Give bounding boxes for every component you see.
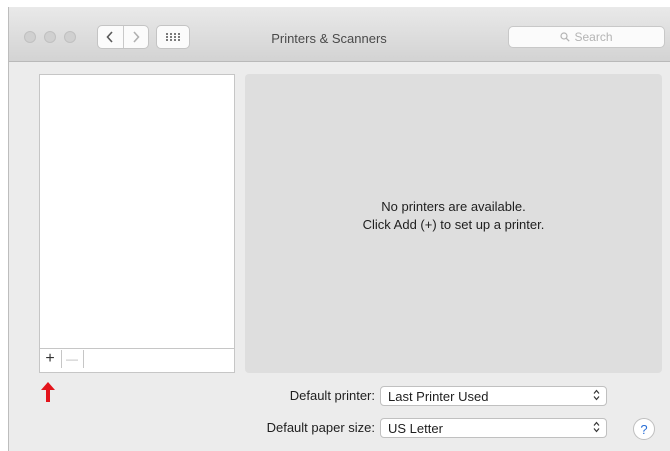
default-printer-popup[interactable]: Last Printer Used	[380, 386, 607, 406]
preferences-window: Printers & Scanners Search + — No printe…	[8, 7, 670, 451]
chevron-updown-icon	[593, 421, 600, 436]
empty-state-line-1: No printers are available.	[381, 199, 526, 214]
printer-detail-pane: No printers are available. Click Add (+)…	[245, 74, 662, 373]
help-label: ?	[640, 421, 648, 437]
window-title: Printers & Scanners	[271, 31, 387, 46]
paper-size-value: US Letter	[388, 420, 443, 436]
add-printer-button[interactable]: +	[40, 350, 60, 368]
empty-state-line-2: Click Add (+) to set up a printer.	[362, 217, 545, 232]
paper-size-popup[interactable]: US Letter	[380, 418, 607, 438]
show-all-button[interactable]	[156, 25, 190, 49]
search-field[interactable]: Search	[508, 26, 665, 48]
chevron-right-icon	[133, 31, 140, 43]
default-printer-label: Default printer:	[289, 388, 375, 403]
search-placeholder: Search	[574, 30, 613, 44]
remove-printer-label: —	[66, 352, 78, 366]
forward-button[interactable]	[122, 26, 149, 48]
paper-size-label: Default paper size:	[266, 420, 375, 435]
zoom-window-button[interactable]	[64, 31, 76, 43]
grid-icon	[166, 33, 180, 41]
search-icon	[560, 32, 571, 42]
remove-printer-button[interactable]: —	[62, 350, 82, 368]
red-arrow-annotation	[39, 381, 57, 408]
chevron-left-icon	[106, 31, 113, 43]
minimize-window-button[interactable]	[44, 31, 56, 43]
back-forward-group	[97, 25, 149, 49]
help-button[interactable]: ?	[633, 418, 655, 440]
back-button[interactable]	[98, 26, 123, 48]
title-bar: Printers & Scanners Search	[9, 7, 670, 62]
printer-list[interactable]	[39, 74, 235, 373]
empty-state-message: No printers are available. Click Add (+)…	[245, 198, 662, 234]
button-divider	[83, 350, 84, 368]
chevron-updown-icon	[593, 389, 600, 404]
default-printer-value: Last Printer Used	[388, 388, 489, 404]
add-printer-label: +	[45, 350, 55, 367]
close-window-button[interactable]	[24, 31, 36, 43]
